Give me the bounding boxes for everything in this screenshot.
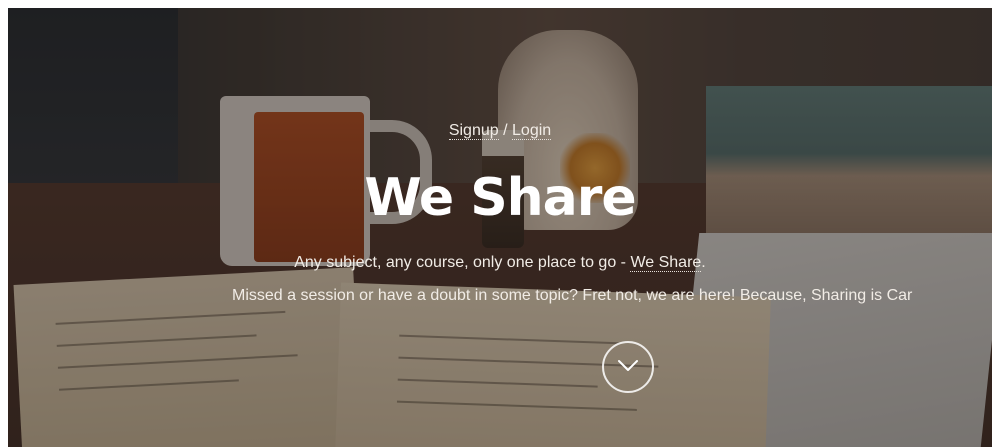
- login-link[interactable]: Login: [512, 122, 552, 140]
- auth-links: Signup / Login: [8, 122, 992, 140]
- tagline-suffix: .: [701, 254, 706, 271]
- hero-content: Signup / Login We Share Any subject, any…: [8, 8, 992, 447]
- chevron-down-icon: [618, 360, 638, 371]
- hero-section: Signup / Login We Share Any subject, any…: [8, 8, 992, 447]
- auth-separator: /: [503, 122, 508, 139]
- scroll-down-button[interactable]: [602, 341, 654, 393]
- tagline: Any subject, any course, only one place …: [8, 254, 992, 272]
- signup-link[interactable]: Signup: [448, 122, 499, 140]
- tagline-prefix: Any subject, any course, only one place …: [294, 254, 631, 271]
- subtitle: Missed a session or have a doubt in some…: [232, 287, 913, 304]
- page-title: We Share: [364, 168, 636, 228]
- tagline-link[interactable]: We Share: [630, 254, 702, 272]
